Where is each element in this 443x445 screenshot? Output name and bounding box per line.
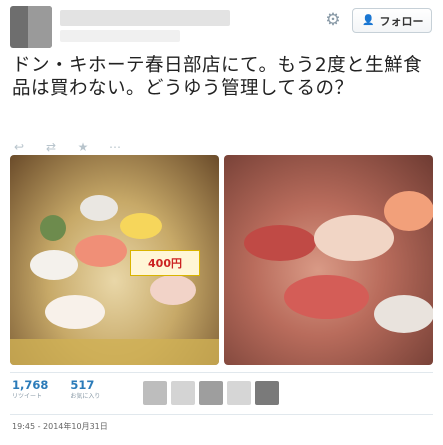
retweet-count[interactable]: 1,768 リツイート (12, 378, 48, 402)
salmon-sushi (75, 235, 127, 267)
favoriter-avatar[interactable] (227, 381, 251, 405)
retweet-icon[interactable]: ⇄ (44, 140, 58, 154)
cucumber-roll (40, 215, 66, 241)
sushi-piece (80, 195, 118, 221)
favoriter-avatar[interactable] (171, 381, 195, 405)
gear-icon[interactable]: ⚙ (322, 9, 344, 31)
tuna-sushi (284, 275, 369, 319)
tweet-text: ドン・キホーテ春日部店にて。もう2度と生鮮食品は買わない。どうゆう管理してるの？ (12, 55, 423, 99)
favorite-icon[interactable]: ★ (76, 140, 90, 154)
favoriter-avatar[interactable] (143, 381, 167, 405)
price-label: 400円 (130, 250, 200, 276)
person-plus-icon: 👤 (362, 15, 375, 26)
tray-edge (10, 339, 219, 365)
tweet-actions: ↩ ⇄ ★ ⋯ (12, 140, 122, 154)
author-avatar[interactable] (10, 6, 52, 48)
sushi-closeup-photo[interactable] (224, 155, 433, 365)
reply-icon[interactable]: ↩ (12, 140, 26, 154)
egg-sushi (120, 213, 162, 239)
more-icon[interactable]: ⋯ (108, 140, 122, 154)
squid-sushi (314, 215, 394, 261)
timestamp[interactable]: 19:45 - 2014年10月31日 (12, 421, 108, 432)
sushi-piece (150, 275, 196, 305)
sushi-piece (374, 295, 433, 333)
divider (10, 372, 433, 373)
tweet-stats: 1,768 リツイート 517 お気に入り (12, 378, 100, 402)
favoriter-avatar[interactable] (199, 381, 223, 405)
divider (10, 414, 433, 415)
follow-button[interactable]: 👤 フォロー (352, 8, 432, 33)
favoriter-avatar[interactable] (255, 381, 279, 405)
author-handle-redacted (60, 30, 180, 42)
tuna-sushi (244, 225, 316, 261)
author-name-redacted[interactable] (60, 10, 230, 26)
sushi-tray-photo[interactable]: 400円 (10, 155, 219, 365)
squid-sushi (45, 295, 105, 329)
follow-button-label: フォロー (379, 14, 424, 28)
sushi-piece (30, 250, 78, 280)
favoriter-avatars (143, 381, 279, 405)
favorite-count[interactable]: 517 お気に入り (70, 378, 100, 402)
salmon-sushi (384, 191, 433, 231)
